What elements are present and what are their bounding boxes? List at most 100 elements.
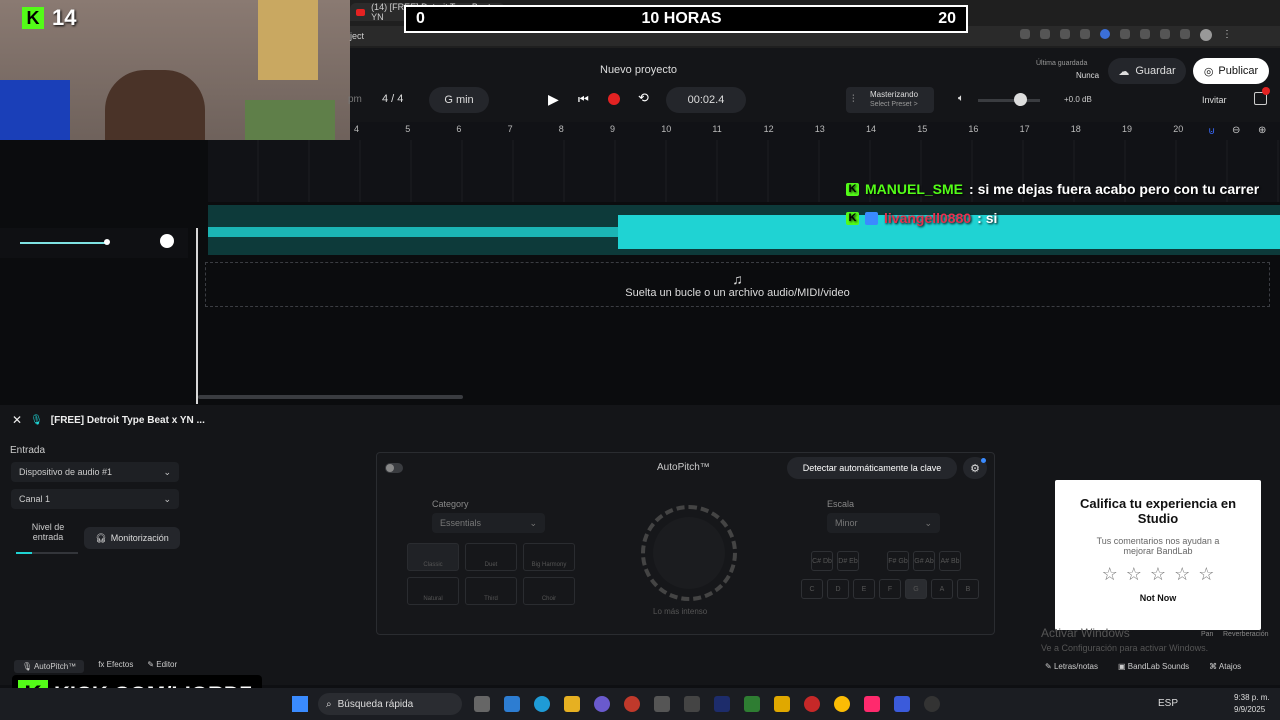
track-volume-handle[interactable] <box>104 239 110 245</box>
star-icon[interactable]: ☆ <box>1150 564 1166 585</box>
app-icon[interactable] <box>804 696 820 712</box>
app-icon[interactable] <box>774 696 790 712</box>
preset-tile[interactable]: Big Harmony <box>523 543 575 571</box>
sounds-link[interactable]: ▣ BandLab Sounds <box>1118 662 1189 671</box>
master-volume-slider[interactable] <box>978 99 1040 102</box>
sharp-key[interactable]: F# Gb <box>887 551 909 571</box>
profile-avatar[interactable] <box>1200 29 1212 41</box>
snap-icon[interactable]: ⊍ <box>1208 126 1215 137</box>
sharp-key[interactable]: D# Eb <box>837 551 859 571</box>
preset-tile[interactable]: Classic <box>407 543 459 571</box>
autopitch-title: AutoPitch™ <box>657 462 710 473</box>
note-key[interactable]: C <box>801 579 823 599</box>
shortcuts-link[interactable]: ⌘ Atajos <box>1209 662 1241 671</box>
mastering-button[interactable]: ⫶ Masterizando Select Preset > <box>846 87 934 113</box>
star-icon[interactable]: ☆ <box>1126 564 1142 585</box>
note-key[interactable]: E <box>853 579 875 599</box>
preset-tile[interactable]: Choir <box>523 577 575 605</box>
note-key[interactable]: B <box>957 579 979 599</box>
taskbar-search[interactable]: ⌕ Búsqueda rápida <box>318 693 462 715</box>
clock-time[interactable]: 9:38 p. m. <box>1234 693 1270 702</box>
extension-icon[interactable] <box>1140 29 1150 39</box>
play-icon[interactable]: ▶ <box>548 91 559 108</box>
speaker-icon[interactable]: 🔈︎ <box>958 93 964 104</box>
scale-dropdown[interactable]: Minor ⌄ <box>827 513 940 533</box>
clock-date[interactable]: 9/9/2025 <box>1234 705 1265 714</box>
app-icon[interactable] <box>894 696 910 712</box>
drop-zone[interactable]: ♫ Suelta un bucle o un archivo audio/MID… <box>205 262 1270 307</box>
track-volume-slider[interactable] <box>20 242 106 244</box>
track-pan-knob[interactable] <box>160 234 174 248</box>
note-key[interactable]: G <box>905 579 927 599</box>
note-key[interactable]: D <box>827 579 849 599</box>
close-icon[interactable]: ✕ <box>12 413 22 427</box>
intensity-knob[interactable] <box>635 505 743 601</box>
record-icon[interactable] <box>608 93 620 105</box>
save-button[interactable]: ☁ Guardar <box>1108 58 1186 84</box>
volume-knob[interactable] <box>1014 93 1027 106</box>
loop-icon[interactable]: ⟲ <box>638 90 649 106</box>
note-key[interactable]: F <box>879 579 901 599</box>
zoom-out-icon[interactable]: ⊖ <box>1232 125 1240 136</box>
app-icon[interactable] <box>594 696 610 712</box>
playhead[interactable] <box>196 228 198 404</box>
app-icon[interactable] <box>924 696 940 712</box>
premiere-icon[interactable] <box>714 696 730 712</box>
task-view-icon[interactable] <box>474 696 490 712</box>
autopitch-toggle[interactable] <box>385 463 403 473</box>
ruler-mark: 8 <box>558 124 564 134</box>
invite-button[interactable]: Invitar <box>1202 95 1227 105</box>
tiktok-icon[interactable] <box>864 696 880 712</box>
lyrics-link[interactable]: ✎ Letras/notas <box>1045 662 1098 671</box>
star-icon[interactable]: ☆ <box>1102 564 1118 585</box>
publish-button[interactable]: ◎ Publicar <box>1193 58 1269 84</box>
note-key[interactable]: A <box>931 579 953 599</box>
device-dropdown[interactable]: Dispositivo de audio #1 ⌄ <box>11 462 179 482</box>
time-signature[interactable]: 4 / 4 <box>382 93 403 105</box>
key-selector[interactable]: G min <box>429 87 489 113</box>
preset-tile[interactable]: Third <box>465 577 517 605</box>
extension-icon[interactable] <box>1160 29 1170 39</box>
tab-effects[interactable]: fx Efectos <box>98 660 133 673</box>
sharp-key[interactable]: G# Ab <box>913 551 935 571</box>
category-dropdown[interactable]: Essentials ⌄ <box>432 513 545 533</box>
project-name[interactable]: Nuevo proyecto <box>600 64 677 76</box>
device-value: Dispositivo de audio #1 <box>19 467 113 477</box>
audio-clip[interactable] <box>208 205 1280 255</box>
preset-tile[interactable]: Duet <box>465 543 517 571</box>
detect-key-button[interactable]: Detectar automáticamente la clave <box>787 457 957 479</box>
edge-icon[interactable] <box>534 696 550 712</box>
chrome-icon[interactable] <box>834 696 850 712</box>
windows-start-icon[interactable] <box>292 696 308 712</box>
extension-icon[interactable] <box>1020 29 1030 39</box>
app-icon[interactable] <box>684 696 700 712</box>
rewind-icon[interactable]: ⏮ <box>578 92 589 107</box>
explorer-icon[interactable] <box>564 696 580 712</box>
tab-autopitch[interactable]: 🎙︎ AutoPitch™ <box>14 660 85 673</box>
extension-icon[interactable] <box>1040 29 1050 39</box>
extension-icon[interactable] <box>1120 29 1130 39</box>
language-indicator[interactable]: ESP <box>1158 698 1178 709</box>
app-icon[interactable] <box>654 696 670 712</box>
preset-tile[interactable]: Natural <box>407 577 459 605</box>
monitor-button[interactable]: 🎧︎ Monitorización <box>84 527 180 549</box>
app-icon[interactable] <box>744 696 760 712</box>
extension-icon[interactable] <box>1180 29 1190 39</box>
horizontal-scrollbar[interactable] <box>198 395 463 399</box>
bottom-tabs: 🎙︎ AutoPitch™ fx Efectos ✎ Editor <box>14 660 177 673</box>
store-icon[interactable] <box>504 696 520 712</box>
tab-editor[interactable]: ✎ Editor <box>147 660 177 673</box>
sharp-key[interactable]: C# Db <box>811 551 833 571</box>
app-icon[interactable] <box>624 696 640 712</box>
timeline-ruler[interactable]: 4 5 6 7 8 9 10 11 12 13 14 15 16 17 18 19 20 ⊍ ⊖ ⊕ <box>350 122 1280 140</box>
channel-dropdown[interactable]: Canal 1 ⌄ <box>11 489 179 509</box>
sharp-key[interactable]: A# Bb <box>939 551 961 571</box>
menu-icon[interactable]: ⋮ <box>1222 29 1232 41</box>
star-icon[interactable]: ☆ <box>1198 564 1214 585</box>
bookmark-icon[interactable] <box>1080 29 1090 39</box>
star-icon[interactable]: ☆ <box>1174 564 1190 585</box>
not-now-button[interactable]: Not Now <box>1055 593 1261 603</box>
zoom-in-icon[interactable]: ⊕ <box>1258 125 1266 136</box>
extension-icon[interactable] <box>1060 29 1070 39</box>
extension-icon[interactable] <box>1100 29 1110 39</box>
